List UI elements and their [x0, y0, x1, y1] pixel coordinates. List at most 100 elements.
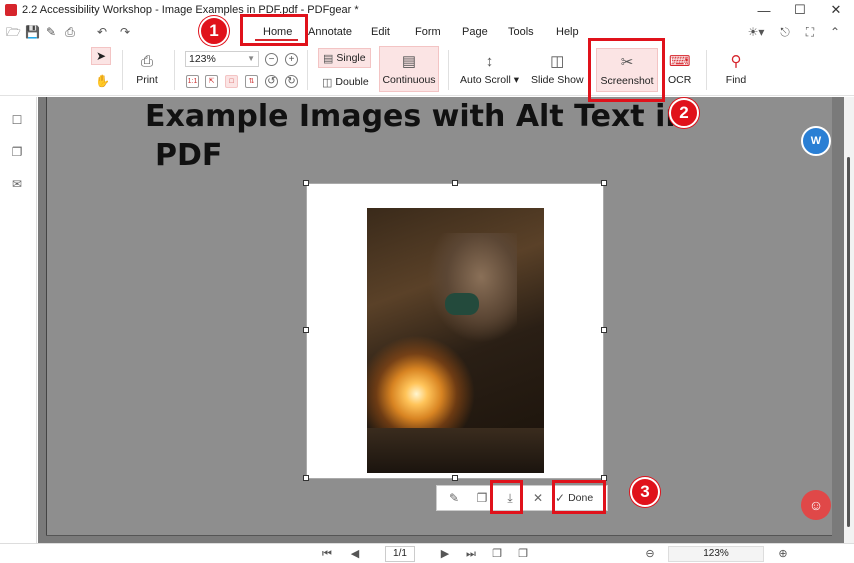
toolbar-separator [307, 50, 308, 90]
menu-help[interactable]: Help [556, 26, 579, 38]
callout-box-done [552, 480, 606, 514]
resize-handle[interactable] [601, 180, 607, 186]
page-number-field[interactable]: 1/1 [385, 546, 415, 562]
single-label: Single [336, 52, 366, 64]
find-label: Find [725, 74, 747, 86]
rotate-left-icon[interactable]: ↺ [265, 75, 278, 88]
close-icon[interactable]: ✕ [527, 488, 549, 508]
zoom-value: 123% [189, 53, 216, 65]
actual-size-icon[interactable]: 1:1 [186, 75, 199, 88]
screenshot-selection[interactable] [306, 183, 604, 479]
left-sidebar: ☐ ❐ ✉ [0, 97, 37, 543]
welder-photo [367, 208, 544, 473]
single-page-button[interactable]: ▤ Single [318, 48, 371, 68]
zoom-out-icon[interactable]: ⊖ [643, 547, 657, 561]
select-tool[interactable]: ➤ [91, 47, 111, 65]
hand-tool-icon[interactable]: ✋ [95, 74, 110, 88]
fit-page-icon[interactable]: ⇱ [205, 75, 218, 88]
zoom-select[interactable]: 123% ▼ [185, 51, 259, 67]
convert-to-word-icon[interactable]: W [801, 126, 831, 156]
ocr-label: OCR [668, 74, 692, 86]
first-page-icon[interactable]: ⏮ [320, 547, 334, 561]
fullscreen-icon[interactable]: ⛶ [803, 25, 817, 39]
ocr-icon: ⌨ [668, 53, 691, 70]
photo-workbench [367, 428, 544, 473]
continuous-scroll-icon: ▤ [401, 53, 417, 70]
auto-scroll-button[interactable]: ↕ Auto Scroll ▾ [460, 51, 519, 87]
collapse-ribbon-icon[interactable]: ⌃ [828, 25, 842, 39]
callout-badge-3: 3 [630, 477, 660, 507]
cursor-icon: ➤ [95, 49, 107, 63]
page-edge [46, 97, 47, 535]
print-quick-icon[interactable]: ⎙ [63, 25, 77, 39]
vertical-scrollbar[interactable] [844, 97, 854, 543]
page-view-icon[interactable]: ❐ [490, 547, 504, 561]
close-button[interactable]: ✕ [818, 0, 854, 20]
redo-icon[interactable]: ↷ [118, 25, 132, 39]
scrollbar-thumb[interactable] [847, 157, 850, 527]
maximize-button[interactable]: ☐ [782, 0, 818, 20]
resize-handle[interactable] [303, 327, 309, 333]
ai-assistant-icon[interactable]: ☺ [801, 490, 831, 520]
fit-visible-icon[interactable]: ⇅ [245, 75, 258, 88]
callout-box-screenshot [588, 38, 665, 102]
photo-welder-figure [427, 233, 517, 343]
save-icon[interactable]: 💾 [25, 25, 40, 39]
chevron-down-icon: ▼ [247, 54, 255, 63]
pdfgear-logo-icon [5, 4, 17, 16]
menu-form[interactable]: Form [415, 26, 441, 38]
menu-annotate[interactable]: Annotate [308, 26, 352, 38]
fit-width-icon[interactable]: □ [225, 75, 238, 88]
minimize-button[interactable]: — [746, 0, 782, 20]
comments-icon[interactable]: ✉ [10, 177, 24, 191]
save-as-icon[interactable]: ✎ [44, 25, 58, 39]
resize-handle[interactable] [452, 180, 458, 186]
document-viewport[interactable]: Example Images with Alt Text in PDF ✎ ❐ … [38, 97, 844, 543]
callout-box-home [240, 14, 308, 46]
ocr-button[interactable]: ⌨ OCR [668, 51, 691, 86]
zoom-in-icon[interactable]: ⊕ [776, 547, 790, 561]
next-page-icon[interactable]: ▶ [438, 547, 452, 561]
find-icon: ⚲ [730, 53, 742, 70]
title-bar: 2.2 Accessibility Workshop - Image Examp… [0, 0, 854, 20]
last-page-icon[interactable]: ⏭ [464, 547, 478, 561]
export-page-icon[interactable]: ❐ [516, 547, 530, 561]
resize-handle[interactable] [303, 180, 309, 186]
double-page-icon: ◫ [322, 76, 333, 89]
zoom-in-icon[interactable]: + [285, 53, 298, 66]
double-page-button[interactable]: ◫ Double [318, 72, 373, 92]
find-button[interactable]: ⚲ Find [725, 51, 747, 86]
double-label: Double [335, 76, 369, 88]
theme-icon[interactable]: ☀▾ [746, 25, 766, 39]
rotate-right-icon[interactable]: ↻ [285, 75, 298, 88]
menu-tools[interactable]: Tools [508, 26, 534, 38]
edit-icon[interactable]: ✎ [443, 488, 465, 508]
resize-handle[interactable] [601, 327, 607, 333]
callout-badge-1: 1 [199, 16, 229, 46]
photo-sparks [367, 328, 477, 438]
printer-icon: ⎙ [140, 52, 153, 70]
slide-show-button[interactable]: ◫ Slide Show [531, 51, 584, 86]
resize-handle[interactable] [303, 475, 309, 481]
callout-badge-2: 2 [669, 98, 699, 128]
undo-icon[interactable]: ↶ [95, 25, 109, 39]
continuous-button[interactable]: ▤ Continuous [379, 46, 439, 92]
toolbar-separator [448, 50, 449, 90]
zoom-out-icon[interactable]: − [265, 53, 278, 66]
single-page-icon: ▤ [323, 52, 334, 65]
previous-page-icon[interactable]: ◀ [348, 547, 362, 561]
open-folder-icon[interactable]: 🗁 [6, 25, 21, 39]
zoom-level-field[interactable]: 123% [668, 546, 764, 562]
continuous-label: Continuous [382, 74, 436, 86]
menu-edit[interactable]: Edit [371, 26, 390, 38]
bookmark-icon[interactable]: ☐ [10, 113, 24, 127]
toolbar-separator [122, 50, 123, 90]
print-label: Print [136, 74, 158, 86]
print-button[interactable]: ⎙ Print [136, 51, 158, 87]
share-icon[interactable]: ⎋ [776, 25, 794, 39]
menu-row: 🗁 💾 ✎ ⎙ ↶ ↷ Home Annotate Edit Form Page… [0, 22, 854, 44]
thumbnails-icon[interactable]: ❐ [10, 145, 24, 159]
resize-handle[interactable] [452, 475, 458, 481]
menu-page[interactable]: Page [462, 26, 488, 38]
callout-box-download [490, 480, 523, 514]
